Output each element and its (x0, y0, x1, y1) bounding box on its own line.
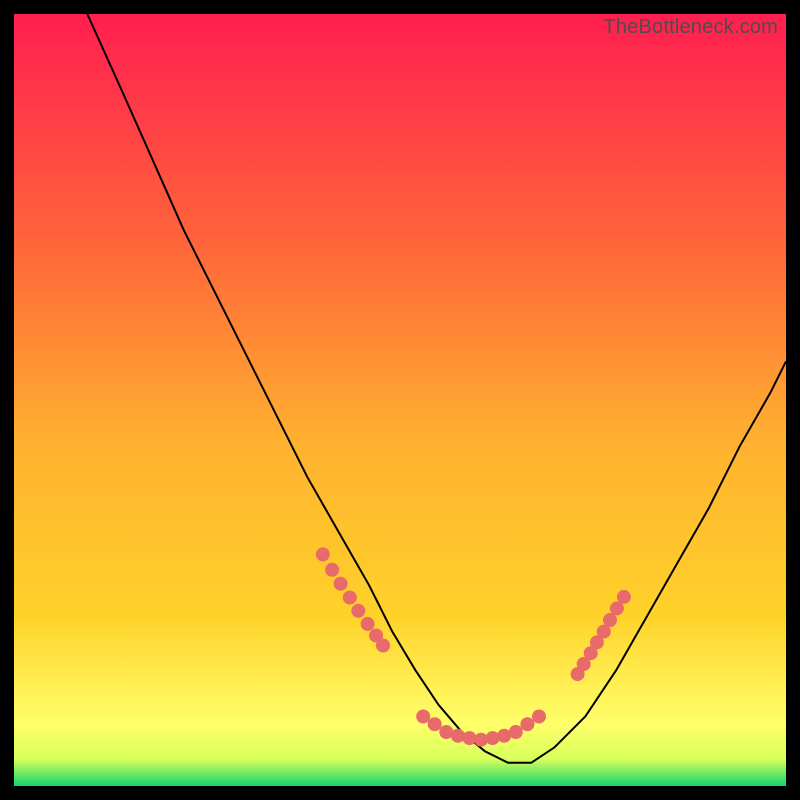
data-marker (509, 725, 523, 739)
gradient-background (14, 14, 786, 786)
watermark-text: TheBottleneck.com (603, 16, 778, 39)
data-marker (486, 731, 500, 745)
data-marker (334, 577, 348, 591)
chart-frame: TheBottleneck.com (14, 14, 786, 786)
data-marker (361, 617, 375, 631)
data-marker (451, 729, 465, 743)
data-marker (343, 591, 357, 605)
chart-svg (14, 14, 786, 786)
data-marker (351, 604, 365, 618)
data-marker (428, 717, 442, 731)
data-marker (316, 547, 330, 561)
data-marker (376, 639, 390, 653)
data-marker (520, 717, 534, 731)
data-marker (416, 710, 430, 724)
data-marker (617, 590, 631, 604)
data-marker (532, 710, 546, 724)
data-marker (325, 563, 339, 577)
